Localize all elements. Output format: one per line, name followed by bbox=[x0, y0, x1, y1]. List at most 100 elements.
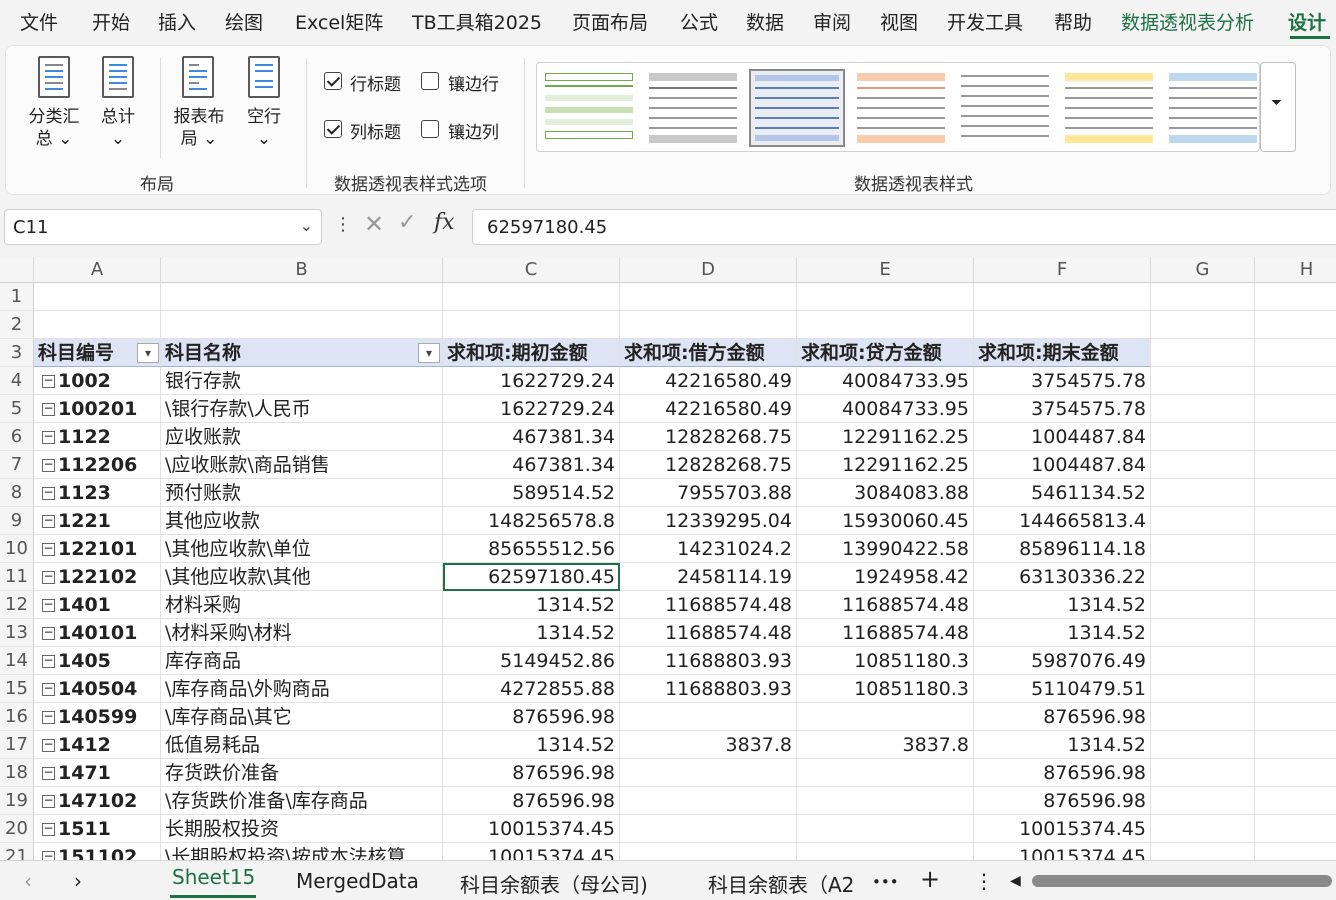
account-name-cell[interactable]: \银行存款\人民币 bbox=[161, 395, 443, 423]
confirm-icon[interactable]: ✓ bbox=[398, 210, 416, 235]
collapse-icon[interactable]: − bbox=[42, 486, 55, 500]
amount-cell[interactable]: 3837.8 bbox=[620, 731, 797, 759]
row-header[interactable]: 16 bbox=[0, 703, 34, 731]
style-swatch-yellow[interactable] bbox=[1061, 69, 1157, 147]
account-name-cell[interactable]: 库存商品 bbox=[161, 647, 443, 675]
column-header-b[interactable]: B bbox=[161, 257, 443, 283]
style-swatch-gray[interactable] bbox=[645, 69, 741, 147]
cell[interactable] bbox=[1255, 815, 1336, 843]
amount-cell[interactable] bbox=[797, 843, 974, 860]
account-name-cell[interactable]: 低值易耗品 bbox=[161, 731, 443, 759]
account-name-cell[interactable]: \库存商品\其它 bbox=[161, 703, 443, 731]
account-name-cell[interactable]: \长期股权投资\按成本法核算 bbox=[161, 843, 443, 860]
cell[interactable] bbox=[797, 311, 974, 339]
cell[interactable] bbox=[161, 311, 443, 339]
cell[interactable] bbox=[1151, 619, 1255, 647]
amount-cell[interactable]: 62597180.45 bbox=[443, 563, 620, 591]
cell[interactable] bbox=[1255, 367, 1336, 395]
name-box[interactable]: C11 ⌄ bbox=[4, 209, 322, 245]
amount-cell[interactable] bbox=[620, 759, 797, 787]
collapse-icon[interactable]: − bbox=[42, 654, 55, 668]
amount-cell[interactable] bbox=[797, 787, 974, 815]
amount-cell[interactable]: 10015374.45 bbox=[974, 843, 1151, 860]
cell[interactable] bbox=[1151, 731, 1255, 759]
cell[interactable] bbox=[1255, 563, 1336, 591]
row-header[interactable]: 21 bbox=[0, 843, 34, 860]
amount-cell[interactable] bbox=[620, 787, 797, 815]
cell[interactable] bbox=[1255, 535, 1336, 563]
cell[interactable] bbox=[1255, 731, 1336, 759]
amount-cell[interactable]: 42216580.49 bbox=[620, 395, 797, 423]
amount-cell[interactable]: 12828268.75 bbox=[620, 423, 797, 451]
collapse-icon[interactable]: − bbox=[42, 766, 55, 780]
pivot-header-cell[interactable]: 求和项:期初金额 bbox=[443, 339, 620, 367]
menu-formulas[interactable]: 公式 bbox=[680, 8, 718, 35]
tab-balance-parent[interactable]: 科目余额表（母公司) bbox=[460, 869, 648, 898]
cell[interactable] bbox=[34, 311, 161, 339]
cell[interactable] bbox=[161, 283, 443, 311]
row-header[interactable]: 19 bbox=[0, 787, 34, 815]
menu-help[interactable]: 帮助 bbox=[1054, 8, 1092, 35]
collapse-icon[interactable]: − bbox=[42, 430, 55, 444]
amount-cell[interactable]: 876596.98 bbox=[443, 703, 620, 731]
amount-cell[interactable]: 85655512.56 bbox=[443, 535, 620, 563]
amount-cell[interactable]: 467381.34 bbox=[443, 451, 620, 479]
amount-cell[interactable]: 12828268.75 bbox=[620, 451, 797, 479]
cell[interactable] bbox=[1151, 339, 1255, 367]
menu-insert[interactable]: 插入 bbox=[158, 8, 196, 35]
amount-cell[interactable]: 5149452.86 bbox=[443, 647, 620, 675]
cell[interactable] bbox=[1255, 479, 1336, 507]
amount-cell[interactable]: 11688574.48 bbox=[620, 619, 797, 647]
row-header[interactable]: 20 bbox=[0, 815, 34, 843]
select-all-corner[interactable] bbox=[0, 257, 34, 283]
report-layout-button[interactable]: 报表布 局 ⌄ bbox=[164, 56, 234, 156]
row-headers-checkbox[interactable] bbox=[324, 72, 342, 90]
amount-cell[interactable]: 11688574.48 bbox=[620, 591, 797, 619]
cell[interactable] bbox=[1255, 283, 1336, 311]
row-header[interactable]: 8 bbox=[0, 479, 34, 507]
amount-cell[interactable]: 1314.52 bbox=[443, 591, 620, 619]
style-swatch-lightblue[interactable] bbox=[1165, 69, 1261, 147]
pivot-header-cell[interactable]: 求和项:期末金额 bbox=[974, 339, 1151, 367]
collapse-icon[interactable]: − bbox=[42, 374, 55, 388]
menu-draw[interactable]: 绘图 bbox=[225, 8, 263, 35]
cell[interactable] bbox=[1151, 703, 1255, 731]
cell[interactable] bbox=[1151, 759, 1255, 787]
cell[interactable] bbox=[1151, 479, 1255, 507]
banded-rows-checkbox[interactable] bbox=[421, 72, 439, 90]
cell[interactable] bbox=[1151, 675, 1255, 703]
account-name-cell[interactable]: 存货跌价准备 bbox=[161, 759, 443, 787]
menu-excel-matrix[interactable]: Excel矩阵 bbox=[295, 8, 383, 35]
amount-cell[interactable]: 3754575.78 bbox=[974, 395, 1151, 423]
cell[interactable] bbox=[1151, 591, 1255, 619]
menu-page-layout[interactable]: 页面布局 bbox=[572, 8, 648, 35]
amount-cell[interactable]: 5987076.49 bbox=[974, 647, 1151, 675]
amount-cell[interactable] bbox=[797, 759, 974, 787]
cell[interactable] bbox=[1255, 311, 1336, 339]
menu-view[interactable]: 视图 bbox=[880, 8, 918, 35]
cell[interactable] bbox=[1151, 507, 1255, 535]
style-swatch-blue-selected[interactable] bbox=[749, 69, 845, 147]
amount-cell[interactable]: 63130336.22 bbox=[974, 563, 1151, 591]
cell[interactable] bbox=[1255, 647, 1336, 675]
cell[interactable] bbox=[1151, 563, 1255, 591]
collapse-icon[interactable]: − bbox=[42, 402, 55, 416]
pivot-header-cell[interactable]: 求和项:贷方金额 bbox=[797, 339, 974, 367]
menu-data[interactable]: 数据 bbox=[746, 8, 784, 35]
account-name-cell[interactable]: \其他应收款\单位 bbox=[161, 535, 443, 563]
cell[interactable] bbox=[1151, 367, 1255, 395]
cell[interactable] bbox=[1255, 703, 1336, 731]
insert-function-icon[interactable]: fx bbox=[434, 210, 455, 235]
subtotals-button[interactable]: 分类汇 总 ⌄ bbox=[18, 56, 90, 156]
account-name-cell[interactable]: 其他应收款 bbox=[161, 507, 443, 535]
amount-cell[interactable]: 11688803.93 bbox=[620, 675, 797, 703]
amount-cell[interactable]: 876596.98 bbox=[974, 787, 1151, 815]
pivot-header-cell[interactable]: 求和项:借方金额 bbox=[620, 339, 797, 367]
amount-cell[interactable]: 1314.52 bbox=[443, 619, 620, 647]
row-header[interactable]: 5 bbox=[0, 395, 34, 423]
amount-cell[interactable]: 467381.34 bbox=[443, 423, 620, 451]
account-name-cell[interactable]: \存货跌价准备\库存商品 bbox=[161, 787, 443, 815]
collapse-icon[interactable]: − bbox=[42, 710, 55, 724]
amount-cell[interactable]: 11688574.48 bbox=[797, 591, 974, 619]
account-name-cell[interactable]: \库存商品\外购商品 bbox=[161, 675, 443, 703]
